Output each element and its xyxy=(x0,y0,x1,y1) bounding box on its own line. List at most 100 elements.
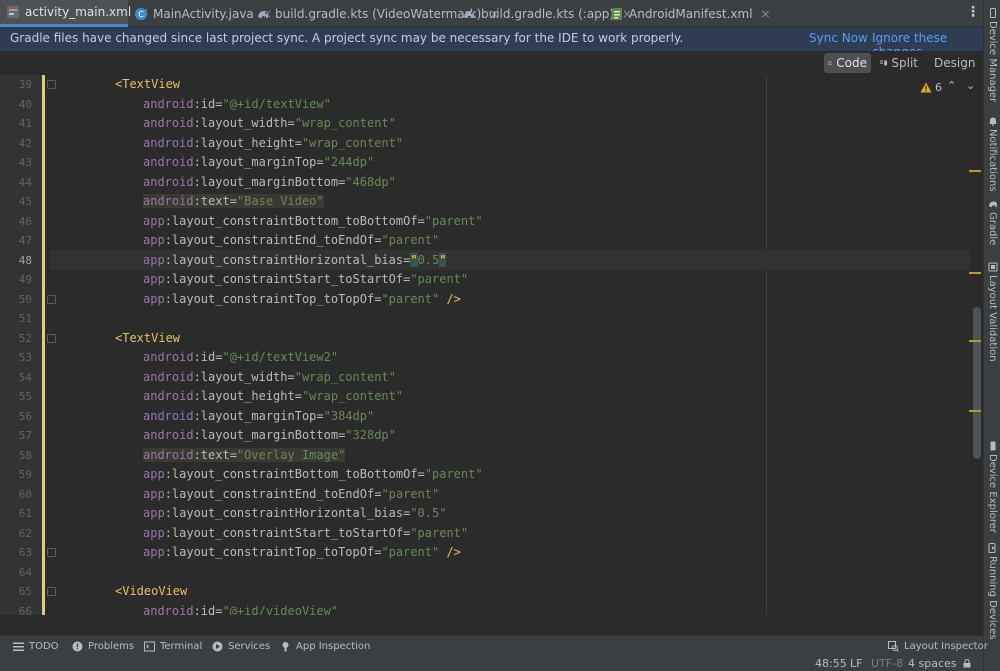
warning-count: 6 xyxy=(935,81,942,94)
sync-now-link[interactable]: Sync Now xyxy=(809,31,868,45)
code-token: :layout_constraintTop_toTopOf= xyxy=(164,545,382,559)
code-line[interactable]: 59 app:layout_constraintBottom_toBottomOf… xyxy=(0,465,970,485)
code-token: "wrap_content" xyxy=(294,116,396,130)
code-line[interactable]: 46 app:layout_constraintBottom_toBottomOf… xyxy=(0,212,970,232)
line-number: 66 xyxy=(18,604,32,616)
line-separator[interactable]: LF xyxy=(850,657,862,670)
code-line[interactable]: 62 app:layout_constraintStart_toStartOf="… xyxy=(0,524,970,544)
close-tab-icon[interactable]: × xyxy=(761,7,771,21)
tab-build-gradle-app[interactable]: build.gradle.kts (:app) × xyxy=(456,0,632,27)
code-line[interactable]: 47 app:layout_constraintEnd_toEndOf="pare… xyxy=(0,231,970,251)
code-token: android xyxy=(143,603,194,616)
gradle-icon xyxy=(462,7,476,21)
code-view-button[interactable]: Code xyxy=(824,53,871,73)
tab-build-gradle-project[interactable]: build.gradle.kts (VideoWatermark) × xyxy=(250,0,499,27)
tool-notifications[interactable]: Notifications xyxy=(984,116,1000,192)
scrollbar-thumb[interactable] xyxy=(973,307,981,459)
code-line[interactable]: 55 android:layout_height="wrap_content" xyxy=(0,387,970,407)
file-encoding[interactable]: UTF-8 xyxy=(871,657,903,670)
code-token: "parent" xyxy=(381,233,440,247)
services-tool-button[interactable]: Services xyxy=(212,641,270,652)
previous-highlight-icon[interactable]: ⌃ xyxy=(947,79,956,92)
code-token: :layout_width= xyxy=(193,369,295,384)
warning-stripe-marker[interactable] xyxy=(969,272,981,274)
problems-tool-button[interactable]: Problems xyxy=(72,641,134,652)
code-line[interactable]: 66 android:id="@+id/videoView" xyxy=(0,602,970,616)
tool-device-explorer[interactable]: Device Explorer xyxy=(984,441,1000,533)
problems-icon xyxy=(72,641,83,652)
code-line[interactable]: 49 app:layout_constraintStart_toStartOf="… xyxy=(0,270,970,290)
todo-icon xyxy=(13,642,24,651)
code-text: android:layout_marginBottom="328dp" xyxy=(143,426,396,446)
code-token: :layout_constraintBottom_toBottomOf= xyxy=(164,213,425,228)
code-line[interactable]: 64 xyxy=(0,563,970,583)
fold-marker-icon[interactable] xyxy=(47,333,56,343)
code-line[interactable]: 50 app:layout_constraintTop_toTopOf="pare… xyxy=(0,290,970,310)
fold-marker-icon[interactable] xyxy=(47,294,56,304)
code-token: /> xyxy=(439,545,461,559)
code-line[interactable]: 48 app:layout_constraintHorizontal_bias="… xyxy=(0,251,970,271)
inspection-widget[interactable]: 6 xyxy=(920,81,942,94)
tab-androidmanifest-xml[interactable]: AndroidManifest.xml × xyxy=(604,0,771,27)
warning-stripe-marker[interactable] xyxy=(969,410,981,412)
app-inspection-tool-button[interactable]: App Inspection xyxy=(280,641,370,652)
code-token: "0.5" xyxy=(410,506,447,520)
code-line[interactable]: 56 android:layout_marginTop="384dp" xyxy=(0,407,970,427)
tool-label: Layout Validation xyxy=(987,275,998,362)
code-line[interactable]: 54 android:layout_width="wrap_content" xyxy=(0,368,970,388)
code-line[interactable]: 45 android:text="Base Video" xyxy=(0,192,970,212)
code-token: android xyxy=(143,408,194,423)
code-token: :text= xyxy=(193,447,237,462)
warning-stripe-marker[interactable] xyxy=(969,340,981,342)
code-token: "Overlay Image" xyxy=(236,447,346,462)
code-editor[interactable]: 39 <TextView 40 android:id="@+id/textView" 4… xyxy=(0,75,983,615)
terminal-tool-button[interactable]: Terminal xyxy=(144,641,202,652)
line-number: 55 xyxy=(18,390,32,403)
split-view-button[interactable]: Split xyxy=(876,53,922,73)
code-line[interactable]: 53 android:id="@+id/textView2" xyxy=(0,348,970,368)
lock-icon[interactable] xyxy=(963,659,971,668)
code-line[interactable]: 44 android:layout_marginBottom="468dp" xyxy=(0,173,970,193)
todo-tool-button[interactable]: TODO xyxy=(13,641,59,652)
tab-mainactivity-java[interactable]: C MainActivity.java × xyxy=(128,0,272,27)
tool-gradle[interactable]: Gradle xyxy=(984,199,1000,245)
tool-layout-validation[interactable]: Layout Validation xyxy=(984,262,1000,362)
status-bar: 48:55 LF UTF-8 4 spaces xyxy=(0,657,983,671)
code-token: android xyxy=(143,96,194,111)
code-text: <TextView xyxy=(115,75,180,95)
caret-position[interactable]: 48:55 xyxy=(815,657,847,670)
tab-activity-main-xml[interactable]: activity_main.xml × xyxy=(0,0,149,27)
design-view-button[interactable]: Design xyxy=(926,53,978,73)
tab-label: build.gradle.kts (:app) xyxy=(481,6,615,21)
code-line[interactable]: 51 xyxy=(0,309,970,329)
code-token: app xyxy=(143,252,165,267)
code-line[interactable]: 40 android:id="@+id/textView" xyxy=(0,95,970,115)
code-line[interactable]: 52 <TextView xyxy=(0,329,970,349)
more-tabs-icon[interactable]: ⋮ xyxy=(966,4,980,20)
code-line[interactable]: 57 android:layout_marginBottom="328dp" xyxy=(0,426,970,446)
code-line[interactable]: 58 android:text="Overlay Image" xyxy=(0,446,970,466)
code-text: android:layout_marginBottom="468dp" xyxy=(143,173,396,193)
code-line[interactable]: 41 android:layout_width="wrap_content" xyxy=(0,114,970,134)
code-view-label: Code xyxy=(836,56,867,70)
code-line[interactable]: 42 android:layout_height="wrap_content" xyxy=(0,134,970,154)
code-token: "328dp" xyxy=(345,428,396,442)
warning-stripe-marker[interactable] xyxy=(969,170,981,172)
code-line[interactable]: 60 app:layout_constraintEnd_toEndOf="pare… xyxy=(0,485,970,505)
layout-inspector-tool-button[interactable]: Layout Inspector xyxy=(888,641,988,652)
code-line[interactable]: 39 <TextView xyxy=(0,75,970,95)
code-token: :layout_marginBottom= xyxy=(193,428,346,442)
manifest-icon xyxy=(610,7,624,21)
fold-marker-icon[interactable] xyxy=(47,80,56,89)
indent-setting[interactable]: 4 spaces xyxy=(908,657,957,670)
code-line[interactable]: 61 app:layout_constraintHorizontal_bias="… xyxy=(0,504,970,524)
code-text: android:layout_marginTop="244dp" xyxy=(143,153,374,173)
tool-device-manager[interactable]: Device Manager xyxy=(984,8,1000,102)
code-line[interactable]: 65 <VideoView xyxy=(0,582,970,602)
code-token: app xyxy=(143,213,165,228)
code-line[interactable]: 43 android:layout_marginTop="244dp" xyxy=(0,153,970,173)
fold-marker-icon[interactable] xyxy=(47,548,56,557)
code-line[interactable]: 63 app:layout_constraintTop_toTopOf="pare… xyxy=(0,543,970,563)
fold-marker-icon[interactable] xyxy=(47,587,56,596)
tool-running-devices[interactable]: Running Devices xyxy=(984,543,1000,640)
